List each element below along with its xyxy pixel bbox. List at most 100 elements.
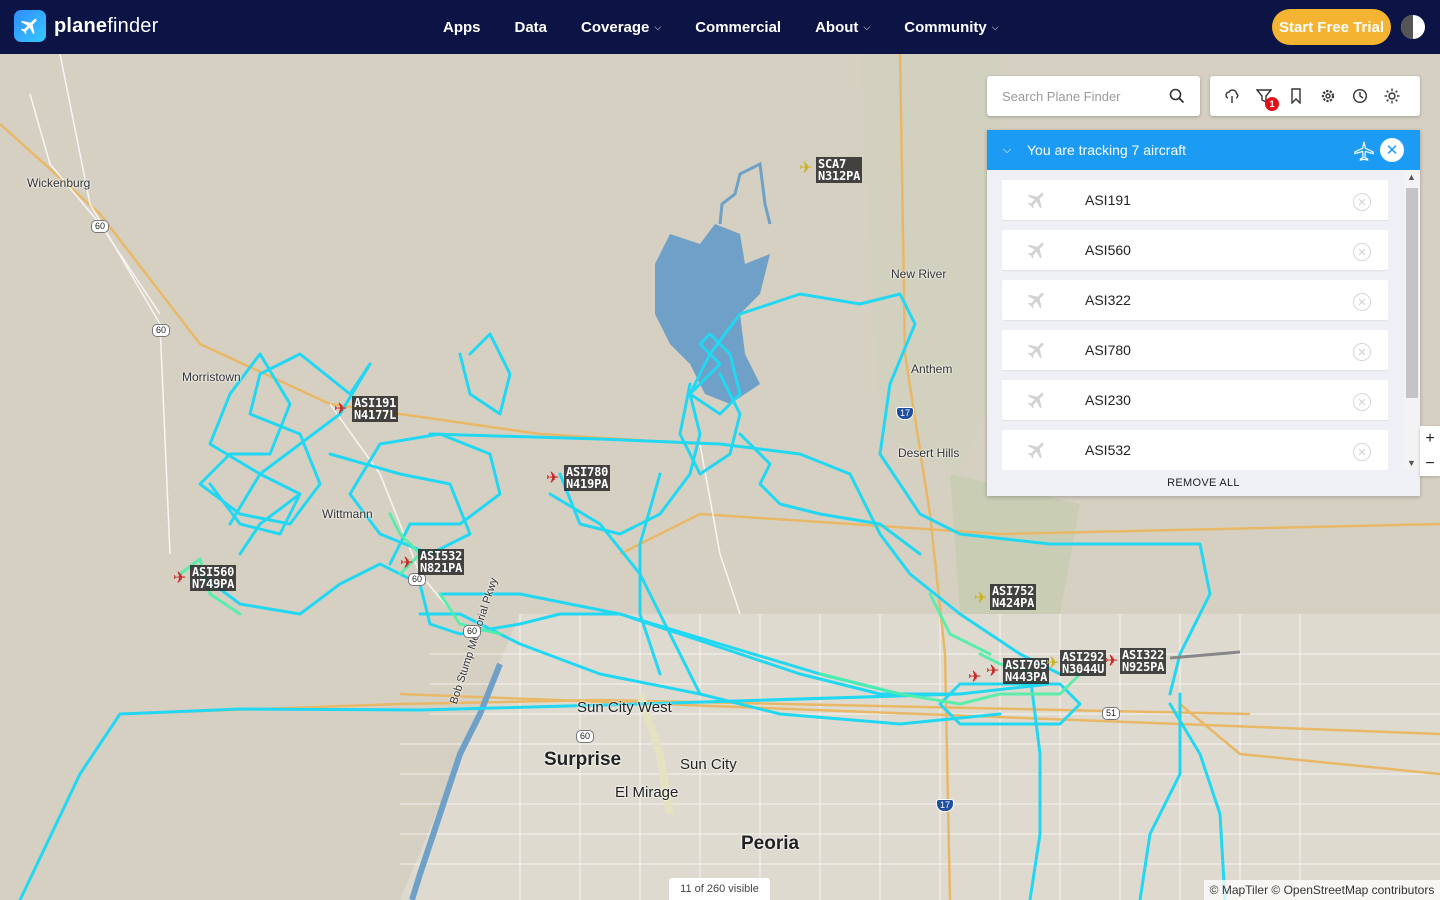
plane-icon — [1027, 442, 1044, 459]
place-peoria: Peoria — [741, 833, 800, 854]
chevron-down-icon: ⌵ — [863, 21, 871, 32]
place-el-mirage: El Mirage — [615, 784, 679, 801]
aircraft-icon[interactable]: ✈ — [799, 161, 812, 177]
aircraft-icon[interactable]: ✈ — [1046, 656, 1059, 672]
brand-logo[interactable]: planefinder — [14, 10, 158, 42]
aircraft-icon[interactable]: ✈ — [968, 670, 981, 686]
remove-all-button[interactable]: REMOVE ALL — [987, 470, 1420, 496]
remove-aircraft-icon[interactable]: ✕ — [1353, 443, 1371, 461]
filter-count-badge: 1 — [1265, 97, 1279, 111]
visible-aircraft-count: 11 of 260 visible — [669, 878, 770, 900]
aircraft-icon[interactable]: ✈ — [400, 556, 413, 572]
tracked-aircraft-callsign: ASI560 — [1085, 242, 1131, 258]
plane-icon — [1027, 192, 1044, 209]
tracking-panel-header: ⌵ You are tracking 7 aircraft ✕ — [987, 130, 1420, 170]
zoom-in-button[interactable]: + — [1420, 426, 1440, 451]
plane-icon — [1027, 342, 1044, 359]
tracked-aircraft-row[interactable]: ASI230 ✕ — [1002, 380, 1388, 420]
user-avatar[interactable] — [1401, 15, 1425, 39]
place-anthem: Anthem — [911, 362, 953, 376]
top-navigation-bar: planefinder Apps Data Coverage ⌵ Commerci… — [0, 0, 1440, 54]
aircraft-label-asi780[interactable]: ASI780 N419PA — [564, 465, 611, 491]
remove-aircraft-icon[interactable]: ✕ — [1353, 243, 1371, 261]
aircraft-label-asi560[interactable]: ASI560 N749PA — [190, 565, 237, 591]
panel-scrollbar[interactable]: ▲ ▼ — [1404, 170, 1420, 470]
aircraft-label-asi191[interactable]: ASI191 N4177L — [352, 396, 399, 422]
remove-aircraft-icon[interactable]: ✕ — [1353, 393, 1371, 411]
aircraft-label-asi752[interactable]: ASI752 N424PA — [990, 584, 1037, 610]
history-icon[interactable] — [1352, 88, 1368, 104]
tracked-aircraft-callsign: ASI230 — [1085, 392, 1131, 408]
tracked-aircraft-callsign: ASI532 — [1085, 442, 1131, 458]
aircraft-icon[interactable]: ✈ — [546, 471, 559, 487]
zoom-out-button[interactable]: − — [1420, 451, 1440, 476]
aircraft-label-asi292[interactable]: ASI292 N3044U — [1060, 650, 1107, 676]
plane-icon — [1027, 392, 1044, 409]
tracked-aircraft-row[interactable]: ASI532 ✕ — [1002, 430, 1388, 470]
nav-coverage[interactable]: Coverage ⌵ — [581, 19, 661, 36]
tracked-aircraft-row[interactable]: ASI560 ✕ — [1002, 230, 1388, 270]
aircraft-icon[interactable]: ✈ — [334, 402, 347, 418]
close-icon: ✕ — [1385, 142, 1399, 159]
aircraft-icon[interactable]: ✈ — [986, 664, 999, 680]
tracked-aircraft-callsign: ASI322 — [1085, 292, 1131, 308]
tracked-aircraft-row[interactable]: ASI780 ✕ — [1002, 330, 1388, 370]
chevron-down-icon: ⌵ — [654, 21, 662, 32]
settings-icon[interactable] — [1320, 88, 1336, 104]
aircraft-label-asi532[interactable]: ASI532 N821PA — [418, 549, 465, 575]
us-60-shield: 60 — [152, 324, 171, 337]
nav-apps[interactable]: Apps — [443, 19, 481, 36]
place-wittmann: Wittmann — [322, 507, 373, 521]
place-desert-hills: Desert Hills — [898, 446, 960, 460]
scroll-up-icon[interactable]: ▲ — [1407, 172, 1416, 182]
remove-aircraft-icon[interactable]: ✕ — [1353, 293, 1371, 311]
map-attribution[interactable]: © MapTiler © OpenStreetMap contributors — [1204, 880, 1440, 900]
us-60-shield: 60 — [91, 220, 110, 233]
sun-icon[interactable] — [1384, 88, 1400, 104]
remove-aircraft-icon[interactable]: ✕ — [1353, 193, 1371, 211]
nav-about[interactable]: About ⌵ — [815, 19, 870, 36]
aircraft-icon[interactable]: ✈ — [1105, 654, 1118, 670]
az-51-shield: 51 — [1102, 707, 1121, 720]
aircraft-icon[interactable]: ✈ — [974, 591, 987, 607]
search-input[interactable] — [1002, 88, 1162, 104]
search-icon[interactable] — [1169, 88, 1185, 104]
plane-logo-icon — [14, 10, 46, 42]
tracking-panel: ⌵ You are tracking 7 aircraft ✕ ASI191 ✕… — [987, 130, 1420, 496]
tracked-aircraft-callsign: ASI191 — [1085, 192, 1131, 208]
nav-community[interactable]: Community ⌵ — [904, 19, 998, 36]
tracked-aircraft-list: ASI191 ✕ ASI560 ✕ ASI322 ✕ ASI780 ✕ ASI2… — [1002, 180, 1388, 470]
place-surprise: Surprise — [544, 749, 622, 770]
tracking-panel-title: You are tracking 7 aircraft — [1027, 142, 1187, 158]
collapse-chevron-icon[interactable]: ⌵ — [987, 144, 1027, 157]
cloud-layer-icon[interactable] — [1224, 88, 1240, 104]
close-panel-button[interactable]: ✕ — [1380, 138, 1404, 162]
plane-outline-icon[interactable] — [1353, 140, 1375, 162]
tracked-aircraft-row[interactable]: ASI322 ✕ — [1002, 280, 1388, 320]
nav-data[interactable]: Data — [515, 19, 548, 36]
aircraft-label-asi705[interactable]: ASI705 N443PA — [1003, 658, 1050, 684]
brand-name: planefinder — [54, 14, 159, 37]
remove-aircraft-icon[interactable]: ✕ — [1353, 343, 1371, 361]
aircraft-icon[interactable]: ✈ — [173, 571, 186, 587]
nav-commercial[interactable]: Commercial — [695, 19, 781, 36]
main-nav: Apps Data Coverage ⌵ Commercial About ⌵ Co… — [426, 0, 1016, 54]
us-60-shield: 60 — [576, 730, 595, 743]
us-60-shield: 60 — [463, 625, 482, 638]
scroll-down-icon[interactable]: ▼ — [1407, 458, 1416, 468]
bookmark-icon[interactable] — [1288, 88, 1304, 104]
map-toolbar: 1 — [1210, 76, 1420, 116]
tracked-aircraft-callsign: ASI780 — [1085, 342, 1131, 358]
search-box — [987, 76, 1200, 116]
place-morristown: Morristown — [182, 370, 241, 384]
filter-button[interactable]: 1 — [1255, 88, 1279, 111]
aircraft-label-sca7[interactable]: SCA7 N312PA — [816, 157, 863, 183]
aircraft-label-asi322[interactable]: ASI322 N925PA — [1120, 648, 1167, 674]
scrollbar-thumb[interactable] — [1406, 188, 1418, 398]
place-sun-city: Sun City — [680, 756, 737, 773]
place-sun-city-west: Sun City West — [577, 699, 672, 716]
tracked-aircraft-row[interactable]: ASI191 ✕ — [1002, 180, 1388, 220]
place-wickenburg: Wickenburg — [27, 176, 91, 190]
start-free-trial-button[interactable]: Start Free Trial — [1272, 9, 1391, 45]
zoom-control: + − — [1420, 426, 1440, 476]
